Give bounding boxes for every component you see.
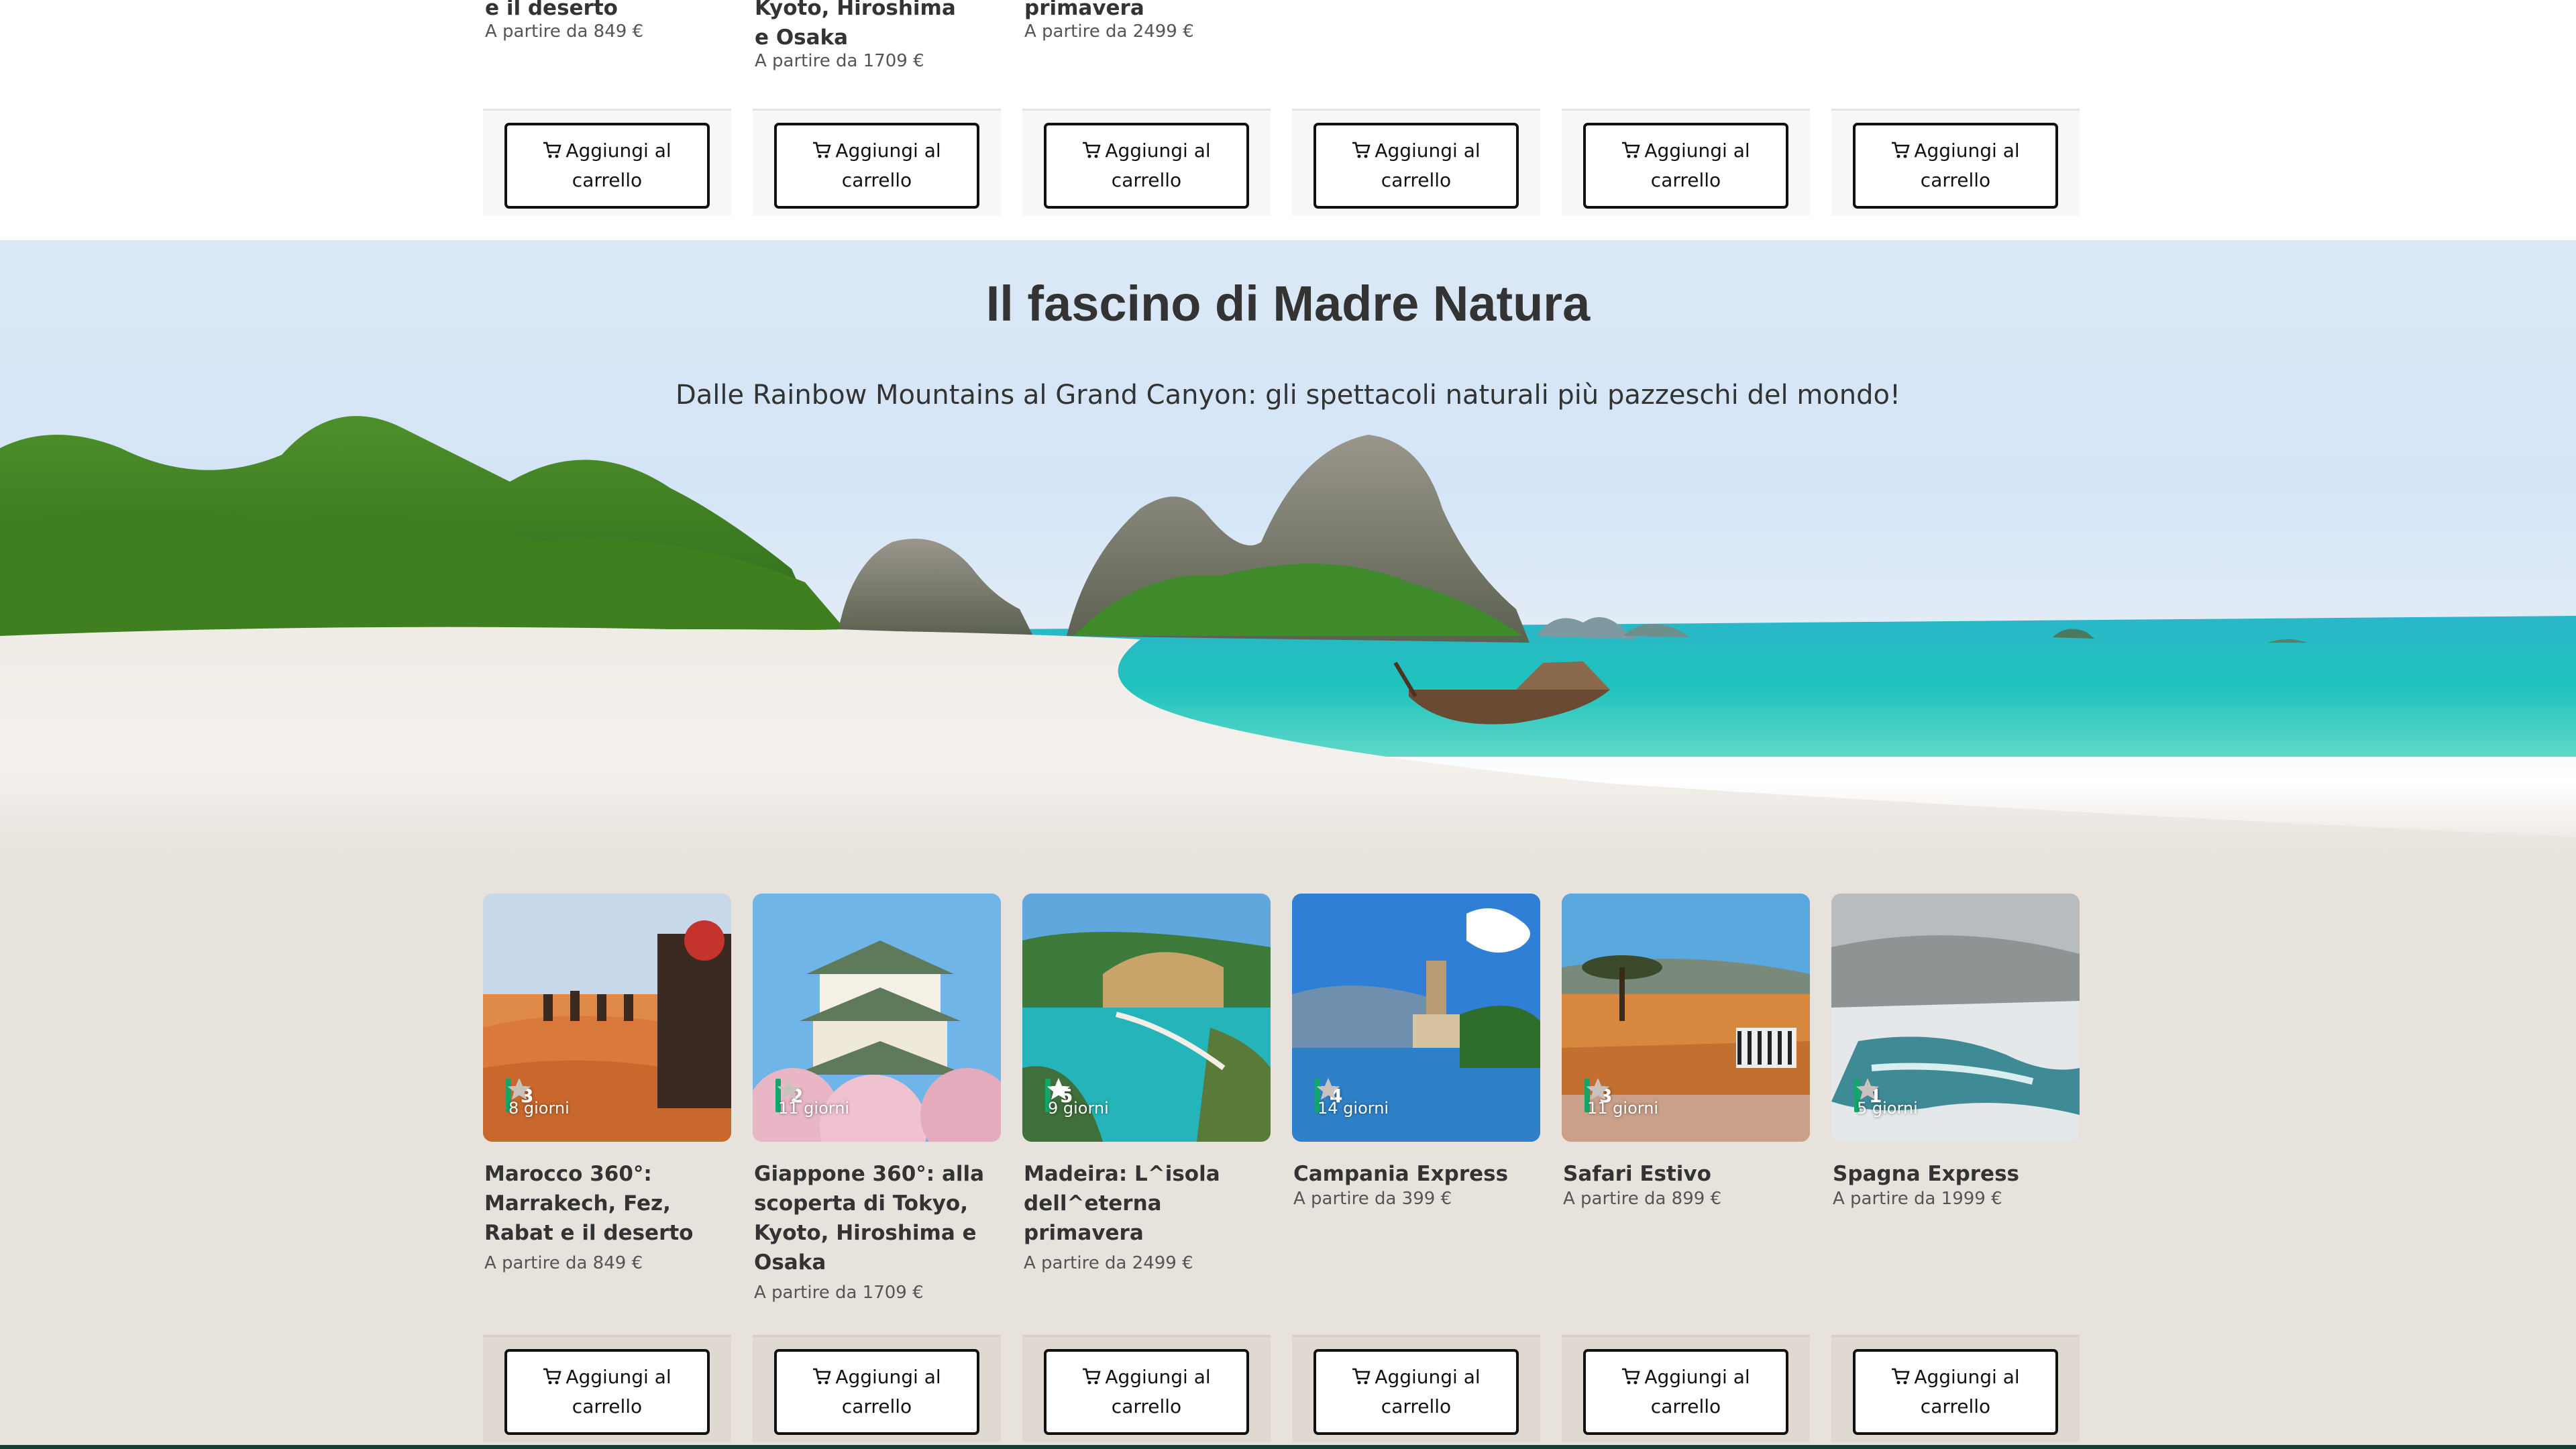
tour-image[interactable]: 2 11 giorni [753, 894, 1001, 1142]
tour-title[interactable]: Kyoto, Hiroshima e Osaka [755, 0, 956, 52]
cart-panel: Aggiungi al carrello [1831, 1335, 2080, 1442]
tour-image[interactable]: 4 14 giorni [1292, 894, 1540, 1142]
add-to-cart-button[interactable]: Aggiungi al carrello [1313, 123, 1519, 209]
duration-label: 9 giorni [1048, 1099, 1109, 1118]
cart-icon [1622, 1368, 1640, 1385]
cart-icon [1083, 142, 1101, 158]
cart-icon [1622, 142, 1640, 158]
add-to-cart-button[interactable]: Aggiungi al carrello [1853, 1349, 2058, 1435]
cart-panel: Aggiungi al carrello [1831, 109, 2080, 216]
tour-price: A partire da 399 € [1293, 1189, 1452, 1209]
cart-panel: Aggiungi al carrello [1292, 1335, 1540, 1442]
cart-icon [813, 142, 831, 158]
add-to-cart-label: Aggiungi al carrello [1375, 140, 1481, 191]
tour-title[interactable]: e il deserto [485, 0, 729, 23]
cart-panel: Aggiungi al carrello [483, 109, 731, 216]
add-to-cart-button[interactable]: Aggiungi al carrello [774, 123, 979, 209]
tour-title[interactable]: Campania Express [1293, 1159, 1540, 1189]
add-to-cart-label: Aggiungi al carrello [1644, 140, 1750, 191]
tour-price: A partire da 1709 € [754, 1283, 924, 1303]
nature-tours-section: Il fascino di Madre Natura Dalle Rainbow… [0, 240, 2576, 1449]
add-to-cart-button[interactable]: Aggiungi al carrello [1853, 123, 2058, 209]
add-to-cart-button[interactable]: Aggiungi al carrello [774, 1349, 979, 1435]
tour-title[interactable]: Spagna Express [1833, 1159, 2080, 1189]
cart-icon [1352, 1368, 1371, 1385]
cart-panel: Aggiungi al carrello [753, 109, 1001, 216]
add-to-cart-label: Aggiungi al carrello [566, 140, 672, 191]
tour-title[interactable]: Safari Estivo [1563, 1159, 1810, 1189]
cart-icon [1083, 1368, 1101, 1385]
cart-icon [543, 142, 561, 158]
tour-title[interactable]: Madeira: L^isola dell^eterna primavera [1024, 1159, 1271, 1248]
add-to-cart-label: Aggiungi al carrello [1914, 140, 2020, 191]
add-to-cart-button[interactable]: Aggiungi al carrello [1044, 123, 1249, 209]
tour-title[interactable]: Giappone 360°: alla scoperta di Tokyo, K… [754, 1159, 1001, 1277]
cart-icon [543, 1368, 561, 1385]
cart-panel: Aggiungi al carrello [1562, 1335, 1810, 1442]
cart-icon [813, 1368, 831, 1385]
cart-icon [1892, 1368, 1910, 1385]
tour-price: A partire da 849 € [484, 1253, 643, 1273]
tour-price: A partire da 2499 € [1024, 21, 1194, 42]
add-to-cart-label: Aggiungi al carrello [835, 1366, 941, 1417]
add-to-cart-label: Aggiungi al carrello [1644, 1366, 1750, 1417]
add-to-cart-label: Aggiungi al carrello [1105, 140, 1211, 191]
duration-label: 5 giorni [1857, 1099, 1918, 1118]
add-to-cart-button[interactable]: Aggiungi al carrello [504, 1349, 710, 1435]
previous-tours-section: e il deserto A partire da 849 € Kyoto, H… [0, 0, 2576, 240]
tour-image[interactable]: 5 9 giorni [1022, 894, 1271, 1142]
tour-price: A partire da 899 € [1563, 1189, 1722, 1209]
duration-label: 8 giorni [508, 1099, 570, 1118]
tour-price: A partire da 2499 € [1024, 1253, 1193, 1273]
tour-price: A partire da 1999 € [1833, 1189, 2002, 1209]
duration-label: 11 giorni [778, 1099, 850, 1118]
add-to-cart-button[interactable]: Aggiungi al carrello [1044, 1349, 1249, 1435]
duration-label: 14 giorni [1318, 1099, 1389, 1118]
tour-image[interactable]: 3 8 giorni [483, 894, 731, 1142]
cart-panel: Aggiungi al carrello [1292, 109, 1540, 216]
add-to-cart-label: Aggiungi al carrello [1375, 1366, 1481, 1417]
add-to-cart-label: Aggiungi al carrello [1914, 1366, 2020, 1417]
cart-icon [1892, 142, 1910, 158]
tour-price: A partire da 849 € [485, 21, 644, 42]
cart-icon [1352, 142, 1371, 158]
cart-panel: Aggiungi al carrello [1022, 1335, 1271, 1442]
add-to-cart-button[interactable]: Aggiungi al carrello [1313, 1349, 1519, 1435]
add-to-cart-label: Aggiungi al carrello [566, 1366, 672, 1417]
footer-divider [0, 1445, 2576, 1449]
section-subtitle: Dalle Rainbow Mountains al Grand Canyon:… [675, 380, 1901, 411]
tour-title[interactable]: primavera [1024, 0, 1269, 23]
hero-banner: Il fascino di Madre Natura Dalle Rainbow… [0, 240, 2576, 857]
section-title: Il fascino di Madre Natura [985, 276, 1591, 331]
tour-price: A partire da 1709 € [755, 51, 924, 71]
cart-panel: Aggiungi al carrello [1022, 109, 1271, 216]
add-to-cart-button[interactable]: Aggiungi al carrello [1583, 1349, 1788, 1435]
cart-panel: Aggiungi al carrello [753, 1335, 1001, 1442]
beach-landscape-image [0, 416, 2576, 857]
cart-panel: Aggiungi al carrello [1562, 109, 1810, 216]
cart-panel: Aggiungi al carrello [483, 1335, 731, 1442]
tour-title[interactable]: Marocco 360°: Marrakech, Fez, Rabat e il… [484, 1159, 731, 1248]
add-to-cart-button[interactable]: Aggiungi al carrello [1583, 123, 1788, 209]
add-to-cart-label: Aggiungi al carrello [835, 140, 941, 191]
duration-label: 11 giorni [1587, 1099, 1659, 1118]
tour-image[interactable]: 3 11 giorni [1562, 894, 1810, 1142]
add-to-cart-label: Aggiungi al carrello [1105, 1366, 1211, 1417]
tour-image[interactable]: 1 5 giorni [1831, 894, 2080, 1142]
add-to-cart-button[interactable]: Aggiungi al carrello [504, 123, 710, 209]
